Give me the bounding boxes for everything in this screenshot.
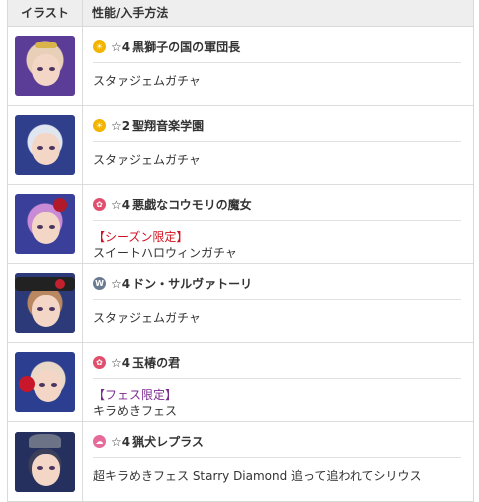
info-cell: ☀ ☆2 聖翔音楽学園 スタァジェムガチャ <box>83 106 473 184</box>
table-row: ☁ ☆4 猟犬レプラス 超キラめきフェス Starry Diamond 追って追… <box>8 422 473 501</box>
card-name[interactable]: ☁ ☆4 猟犬レプラス <box>93 426 461 458</box>
flower-icon: ✿ <box>93 198 106 211</box>
illustration-cell <box>8 106 83 184</box>
acquisition-method: キラめきフェス <box>93 404 178 418</box>
card-thumbnail[interactable] <box>15 352 75 412</box>
table-row: ✿ ☆4 悪戯なコウモリの魔女 【シーズン限定】 スイートハロウィンガチャ <box>8 185 473 264</box>
sun-icon: ☀ <box>93 119 106 132</box>
table-row: ☀ ☆2 聖翔音楽学園 スタァジェムガチャ <box>8 106 473 185</box>
info-cell: W ☆4 ドン・サルヴァトーリ スタァジェムガチャ <box>83 264 473 342</box>
sun-icon: ☀ <box>93 40 106 53</box>
header-illustration: イラスト <box>8 0 83 26</box>
card-table: イラスト 性能/入手方法 ☀ ☆4 黒獅子の国の軍団長 スタァジェムガチャ ☀ … <box>7 0 474 502</box>
acquisition-method: 超キラめきフェス Starry Diamond 追って追われてシリウス <box>93 469 422 483</box>
wind-icon: W <box>93 277 106 290</box>
card-name[interactable]: W ☆4 ドン・サルヴァトーリ <box>93 268 461 300</box>
acquisition-method: スタァジェムガチャ <box>93 74 201 88</box>
card-name[interactable]: ✿ ☆4 玉椿の君 <box>93 347 461 379</box>
card-name[interactable]: ☀ ☆4 黒獅子の国の軍団長 <box>93 31 461 63</box>
illustration-cell <box>8 343 83 421</box>
acquisition-method: スタァジェムガチャ <box>93 311 201 325</box>
info-cell: ☁ ☆4 猟犬レプラス 超キラめきフェス Starry Diamond 追って追… <box>83 422 473 501</box>
card-name[interactable]: ☀ ☆2 聖翔音楽学園 <box>93 110 461 142</box>
illustration-cell <box>8 422 83 501</box>
card-thumbnail[interactable] <box>15 194 75 254</box>
table-header: イラスト 性能/入手方法 <box>8 0 473 27</box>
illustration-cell <box>8 264 83 342</box>
header-performance: 性能/入手方法 <box>92 6 169 20</box>
acquisition-info: 【フェス限定】 キラめきフェス <box>93 379 461 419</box>
acquisition-method: スイートハロウィンガチャ <box>93 246 237 260</box>
table-row: ✿ ☆4 玉椿の君 【フェス限定】 キラめきフェス <box>8 343 473 422</box>
card-thumbnail[interactable] <box>15 36 75 96</box>
info-cell: ✿ ☆4 玉椿の君 【フェス限定】 キラめきフェス <box>83 343 473 421</box>
info-cell: ☀ ☆4 黒獅子の国の軍団長 スタァジェムガチャ <box>83 27 473 105</box>
card-thumbnail[interactable] <box>15 431 75 492</box>
cloud-icon: ☁ <box>93 435 106 448</box>
info-cell: ✿ ☆4 悪戯なコウモリの魔女 【シーズン限定】 スイートハロウィンガチャ <box>83 185 473 263</box>
limited-tag: 【フェス限定】 <box>93 388 178 402</box>
card-thumbnail[interactable] <box>15 115 75 175</box>
table-row: ☀ ☆4 黒獅子の国の軍団長 スタァジェムガチャ <box>8 27 473 106</box>
flower-icon: ✿ <box>93 356 106 369</box>
card-name[interactable]: ✿ ☆4 悪戯なコウモリの魔女 <box>93 189 461 221</box>
illustration-cell <box>8 185 83 263</box>
limited-tag: 【シーズン限定】 <box>93 230 189 244</box>
acquisition-method: スタァジェムガチャ <box>93 153 201 167</box>
acquisition-info: 【シーズン限定】 スイートハロウィンガチャ <box>93 221 461 261</box>
illustration-cell <box>8 27 83 105</box>
table-row: W ☆4 ドン・サルヴァトーリ スタァジェムガチャ <box>8 264 473 343</box>
card-thumbnail[interactable] <box>15 273 75 333</box>
